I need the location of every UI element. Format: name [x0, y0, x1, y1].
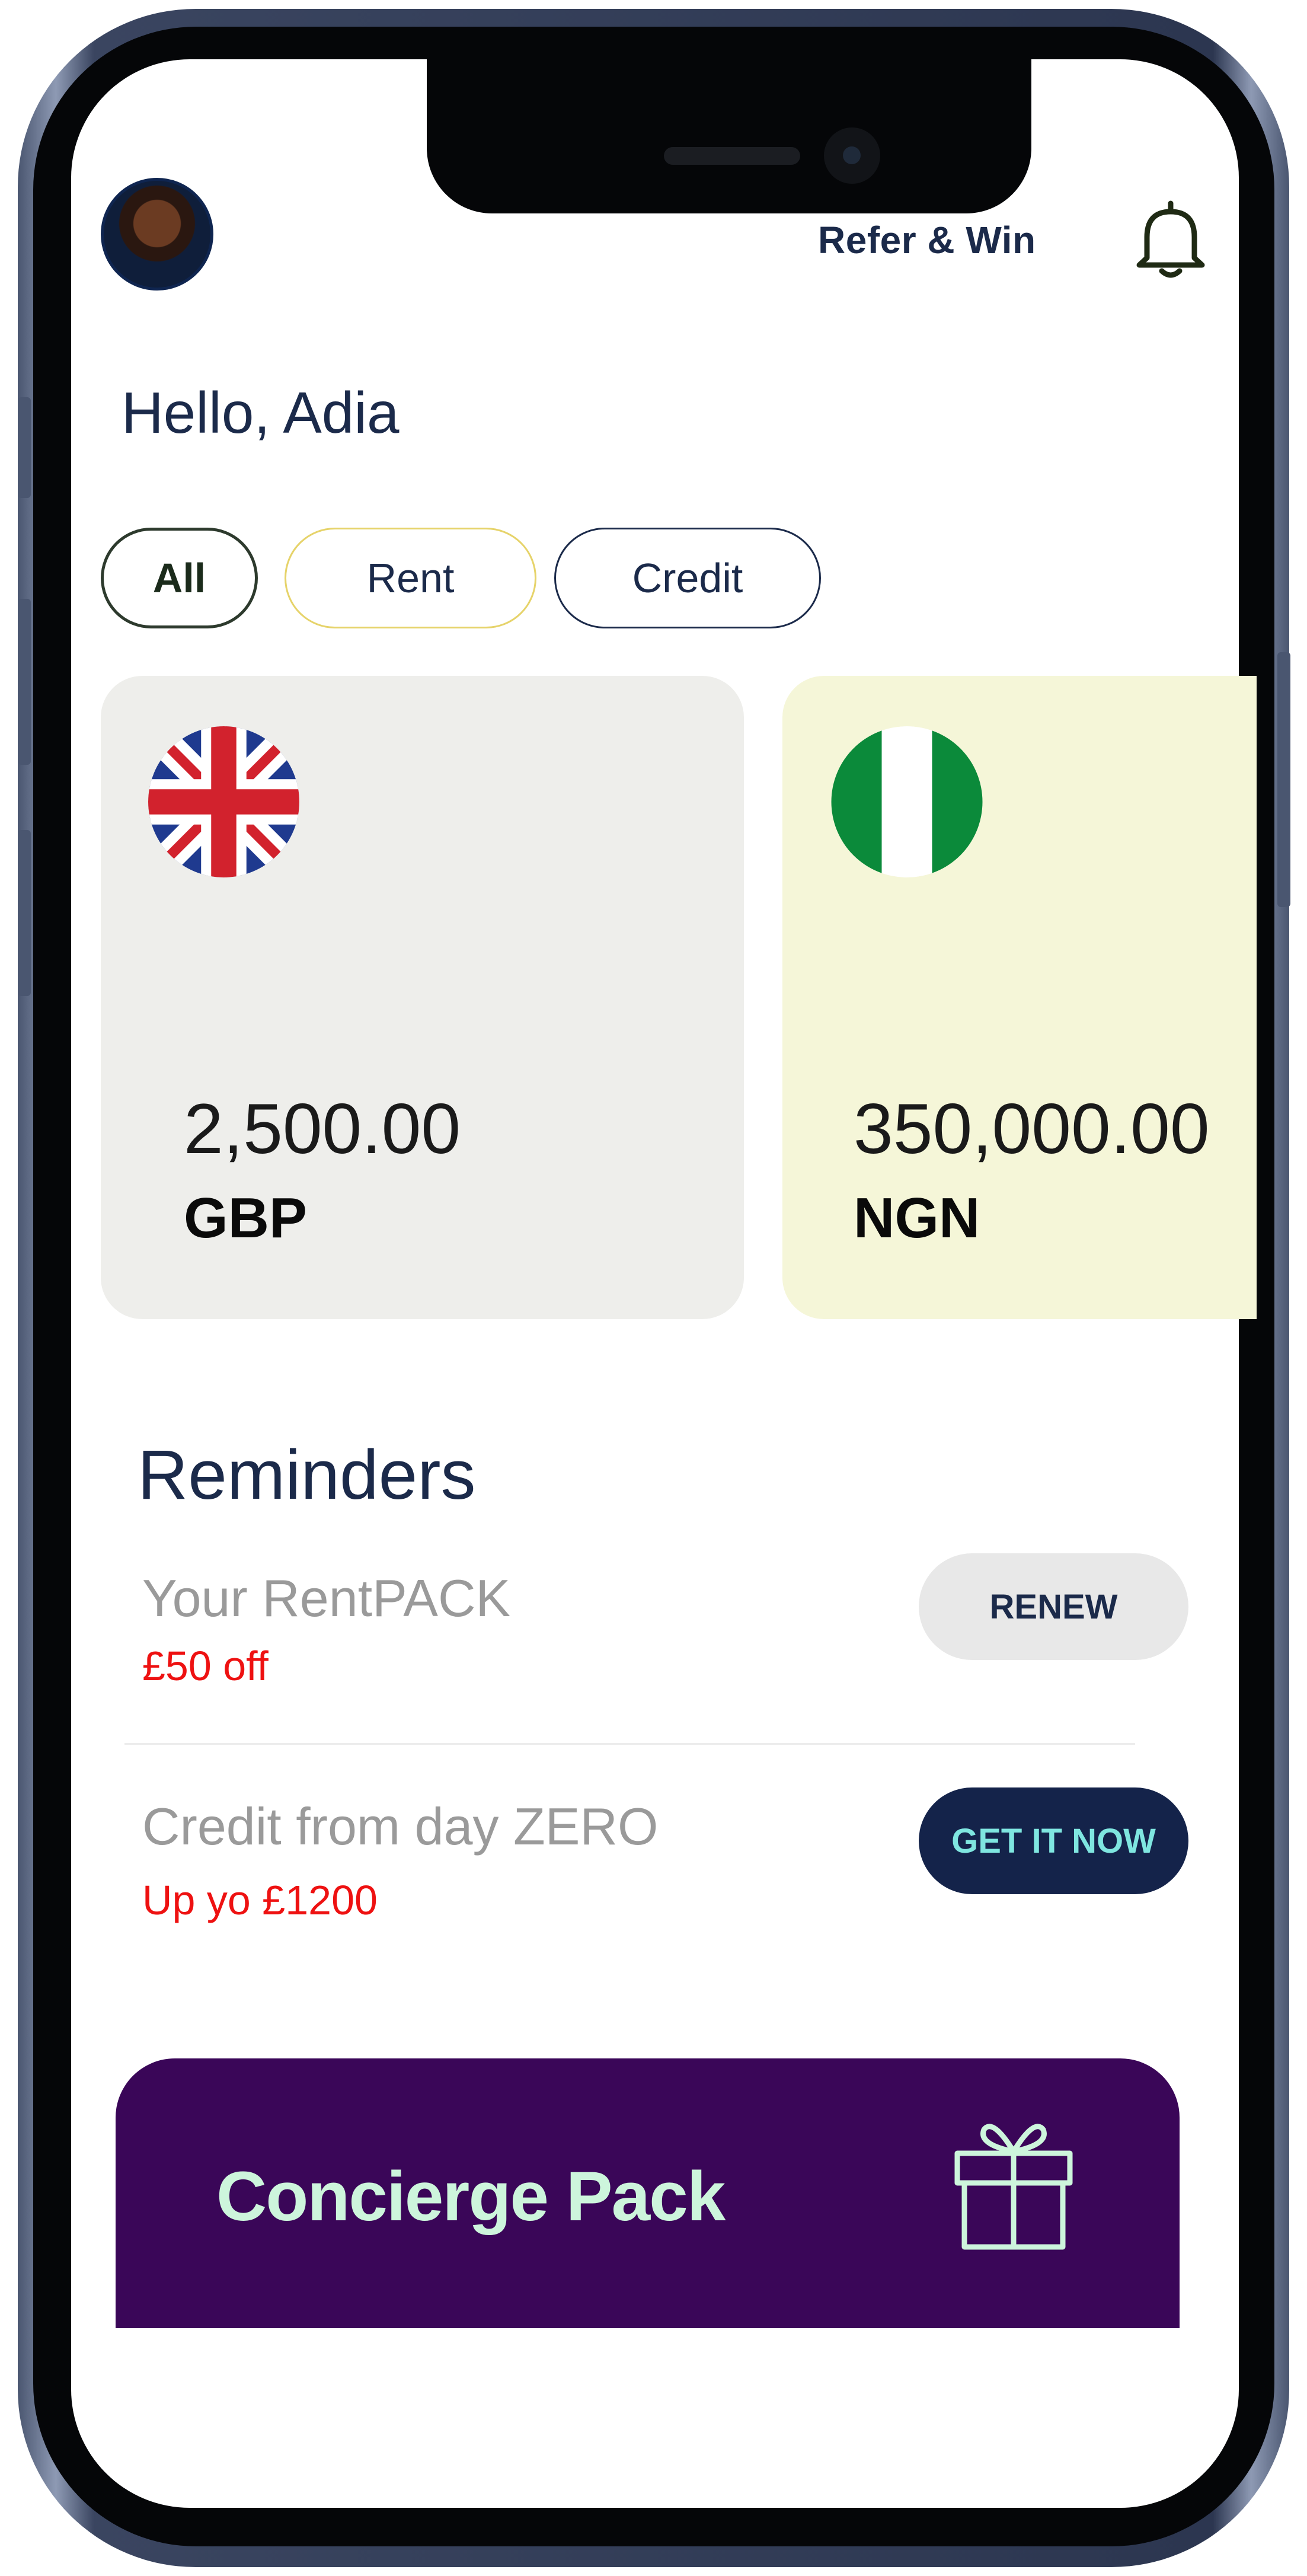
reminder-text: Your RentPACK	[142, 1569, 511, 1627]
filter-chip-all[interactable]: All	[101, 528, 258, 628]
greeting: Hello, Adia	[122, 380, 400, 445]
reminder-text: Credit from day ZERO	[142, 1797, 659, 1856]
wallet-card-gbp[interactable]: 2,500.00 GBP	[101, 676, 744, 1319]
renew-button[interactable]: RENEW	[919, 1553, 1188, 1660]
wallet-amount: 2,500.00	[184, 1089, 461, 1169]
concierge-pack-banner[interactable]: Concierge Pack	[116, 2058, 1180, 2328]
nigeria-flag-icon	[831, 726, 983, 877]
phone-volume-up	[18, 599, 31, 765]
reminders-title: Reminders	[138, 1436, 476, 1514]
phone-power-button	[1277, 652, 1290, 907]
phone-side-button	[18, 397, 31, 498]
reminder-subtext: Up yo £1200	[142, 1877, 378, 1923]
avatar[interactable]	[101, 178, 213, 291]
refer-and-win-link[interactable]: Refer & Win	[818, 218, 1036, 262]
filter-chip-credit[interactable]: Credit	[554, 528, 821, 628]
wallet-currency: NGN	[854, 1186, 980, 1250]
get-it-now-button[interactable]: GET IT NOW	[919, 1787, 1188, 1894]
notch	[427, 59, 1031, 213]
front-camera	[824, 127, 880, 184]
reminder-subtext: £50 off	[142, 1643, 269, 1689]
notch-speaker	[664, 147, 800, 165]
gift-icon	[954, 2124, 1073, 2250]
bell-icon[interactable]	[1132, 199, 1209, 282]
wallet-card-ngn[interactable]: 350,000.00 NGN	[782, 676, 1257, 1319]
wallet-amount: 350,000.00	[854, 1089, 1210, 1169]
concierge-pack-label: Concierge Pack	[216, 2157, 726, 2236]
uk-flag-icon	[148, 726, 299, 877]
phone-volume-down	[18, 830, 31, 996]
filter-chip-rent[interactable]: Rent	[285, 528, 536, 628]
wallet-currency: GBP	[184, 1186, 308, 1250]
divider	[124, 1743, 1135, 1745]
